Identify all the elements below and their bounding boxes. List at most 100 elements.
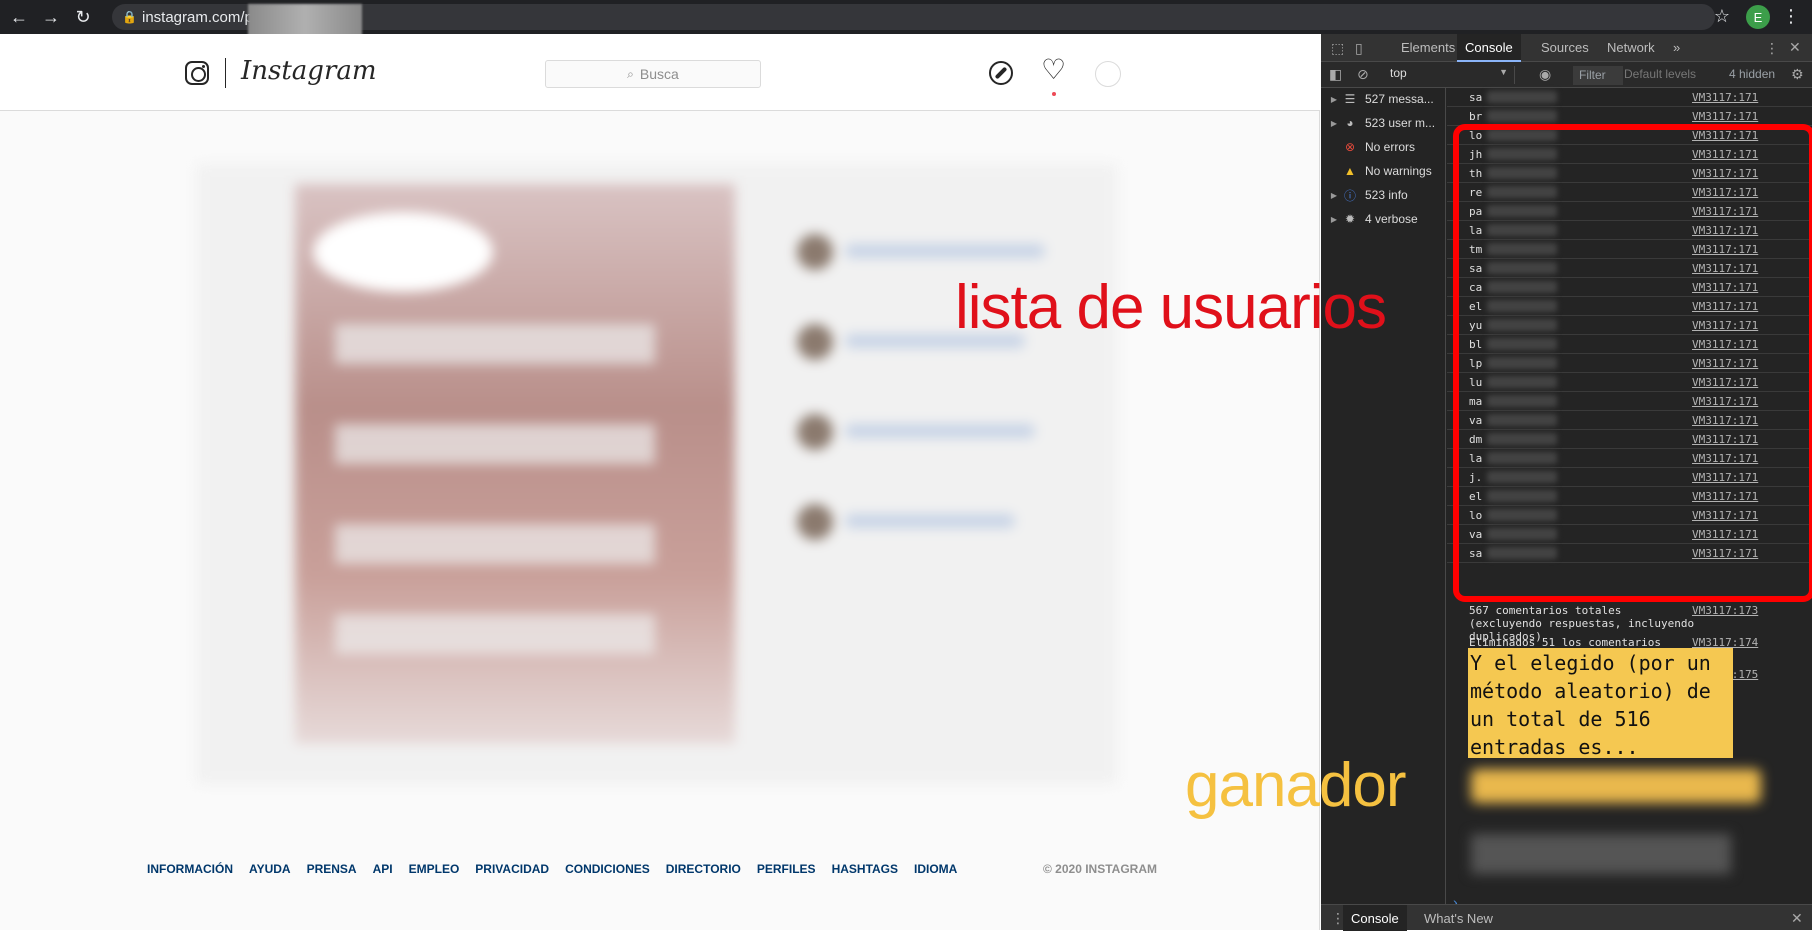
user-log-row: va VM3117:171 [1447,411,1812,430]
devtools-drawer: ⋮ Console What's New ✕ [1321,904,1812,931]
log-source-link[interactable]: VM3117:171 [1692,262,1758,275]
log-source-link[interactable]: VM3117:171 [1692,110,1758,123]
footer-link[interactable]: PERFILES [757,862,816,876]
username-prefix: bl [1469,338,1483,351]
sidebar-toggle-icon[interactable]: ◧ [1329,66,1342,83]
tab-console[interactable]: Console [1457,34,1521,62]
search-icon: ⌕ [627,66,634,81]
sidebar-item-verbose[interactable]: ▶ ✹ 4 verbose [1321,208,1446,230]
username-prefix: pa [1469,205,1483,218]
context-select[interactable]: top ▼ [1390,66,1515,84]
sidebar-item-user-messages[interactable]: ▶ ◕ 523 user m... [1321,112,1446,134]
log-source-link[interactable]: VM3117:171 [1692,338,1758,351]
ig-footer-links: INFORMACIÓN AYUDA PRENSA API EMPLEO PRIV… [147,862,957,876]
user-log-row: tm VM3117:171 [1447,240,1812,259]
sidebar-label: 523 user m... [1365,116,1436,130]
browser-menu-icon[interactable]: ⋮ [1782,6,1800,27]
drawer-tab-console[interactable]: Console [1343,905,1407,931]
footer-link[interactable]: IDIOMA [914,862,957,876]
user-avatar[interactable] [1095,61,1121,87]
sidebar-item-info[interactable]: ▶ ⓘ 523 info [1321,184,1446,206]
log-source-link[interactable]: VM3117:171 [1692,186,1758,199]
bug-icon: ✹ [1344,212,1356,226]
username-redacted [1487,433,1557,445]
footer-link[interactable]: AYUDA [249,862,291,876]
logo-divider [225,58,226,88]
sidebar-label: 4 verbose [1365,212,1418,226]
log-source-link[interactable]: VM3117:171 [1692,452,1758,465]
username-prefix: va [1469,414,1483,427]
log-levels-dropdown[interactable]: Default levels [1624,67,1696,81]
log-source-link[interactable]: VM3117:171 [1692,243,1758,256]
device-toolbar-icon[interactable]: ▯ [1355,40,1363,57]
ig-search-input[interactable]: ⌕ Busca [545,60,761,88]
log-source-link[interactable]: VM3117:171 [1692,357,1758,370]
expand-triangle-icon: ▶ [1330,190,1338,200]
sidebar-item-warnings[interactable]: ▲ No warnings [1321,160,1446,182]
username-redacted [1487,452,1557,464]
explore-compass-icon[interactable] [989,61,1013,85]
expand-triangle-icon: ▶ [1330,118,1338,128]
tab-sources[interactable]: Sources [1541,40,1589,55]
log-source-link[interactable]: VM3117:171 [1692,281,1758,294]
activity-heart-icon[interactable]: ♡ [1041,56,1066,84]
devtools-menu-icon[interactable]: ⋮ [1765,40,1779,57]
log-source-link[interactable]: VM3117:171 [1692,490,1758,503]
footer-link[interactable]: PRIVACIDAD [475,862,549,876]
log-source-link[interactable]: VM3117:171 [1692,205,1758,218]
log-source-link[interactable]: VM3117:171 [1692,528,1758,541]
footer-link[interactable]: PRENSA [307,862,357,876]
close-drawer-icon[interactable]: ✕ [1791,910,1803,927]
live-expression-eye-icon[interactable]: ◉ [1539,66,1551,83]
browser-toolbar: ← → ↻ 🔒 instagram.com/p/ ☆ E ⋮ [0,0,1812,38]
more-tabs-icon[interactable]: » [1673,40,1680,55]
footer-link[interactable]: DIRECTORIO [666,862,741,876]
forward-icon[interactable]: → [38,4,64,30]
sidebar-item-errors[interactable]: ⊗ No errors [1321,136,1446,158]
log-source-link[interactable]: VM3117:173 [1692,604,1758,617]
log-source-link[interactable]: VM3117:171 [1692,509,1758,522]
username-redacted [1487,338,1557,350]
close-devtools-icon[interactable]: ✕ [1789,39,1801,56]
footer-link[interactable]: INFORMACIÓN [147,862,233,876]
username-redacted [1487,490,1557,502]
username-prefix: dm [1469,433,1483,446]
username-prefix: la [1469,224,1483,237]
log-source-link[interactable]: VM3117:171 [1692,433,1758,446]
clear-console-icon[interactable]: ⊘ [1357,66,1369,83]
instagram-wordmark[interactable]: Instagram [241,56,377,86]
log-source-link[interactable]: VM3117:171 [1692,129,1758,142]
log-source-link[interactable]: VM3117:171 [1692,167,1758,180]
instagram-logo-icon[interactable] [185,61,209,85]
footer-link[interactable]: CONDICIONES [565,862,650,876]
bookmark-star-icon[interactable]: ☆ [1714,6,1730,27]
console-settings-gear-icon[interactable]: ⚙ [1791,66,1804,83]
log-source-link[interactable]: VM3117:171 [1692,547,1758,560]
log-source-link[interactable]: VM3117:171 [1692,91,1758,104]
log-source-link[interactable]: VM3117:171 [1692,471,1758,484]
footer-link[interactable]: API [373,862,393,876]
username-prefix: el [1469,490,1483,503]
address-bar[interactable]: 🔒 instagram.com/p/ [112,4,1715,38]
sidebar-item-messages[interactable]: ▶ ☰ 527 messa... [1321,88,1446,110]
log-source-link[interactable]: VM3117:171 [1692,224,1758,237]
username-prefix: el [1469,300,1483,313]
filter-input[interactable]: Filter [1573,66,1623,85]
tab-network[interactable]: Network [1607,40,1655,55]
log-source-link[interactable]: VM3117:171 [1692,376,1758,389]
sidebar-label: 527 messa... [1365,92,1434,106]
username-redacted [1487,110,1557,122]
log-source-link[interactable]: VM3117:171 [1692,300,1758,313]
drawer-tab-whats-new[interactable]: What's New [1416,905,1501,931]
footer-link[interactable]: EMPLEO [409,862,460,876]
tab-elements[interactable]: Elements [1401,40,1455,55]
profile-avatar[interactable]: E [1746,5,1770,29]
footer-link[interactable]: HASHTAGS [832,862,898,876]
reload-icon[interactable]: ↻ [70,4,96,30]
inspect-element-icon[interactable]: ⬚ [1331,40,1344,57]
back-icon[interactable]: ← [6,4,32,30]
log-source-link[interactable]: VM3117:171 [1692,395,1758,408]
log-source-link[interactable]: VM3117:171 [1692,148,1758,161]
log-source-link[interactable]: VM3117:171 [1692,414,1758,427]
log-source-link[interactable]: VM3117:171 [1692,319,1758,332]
